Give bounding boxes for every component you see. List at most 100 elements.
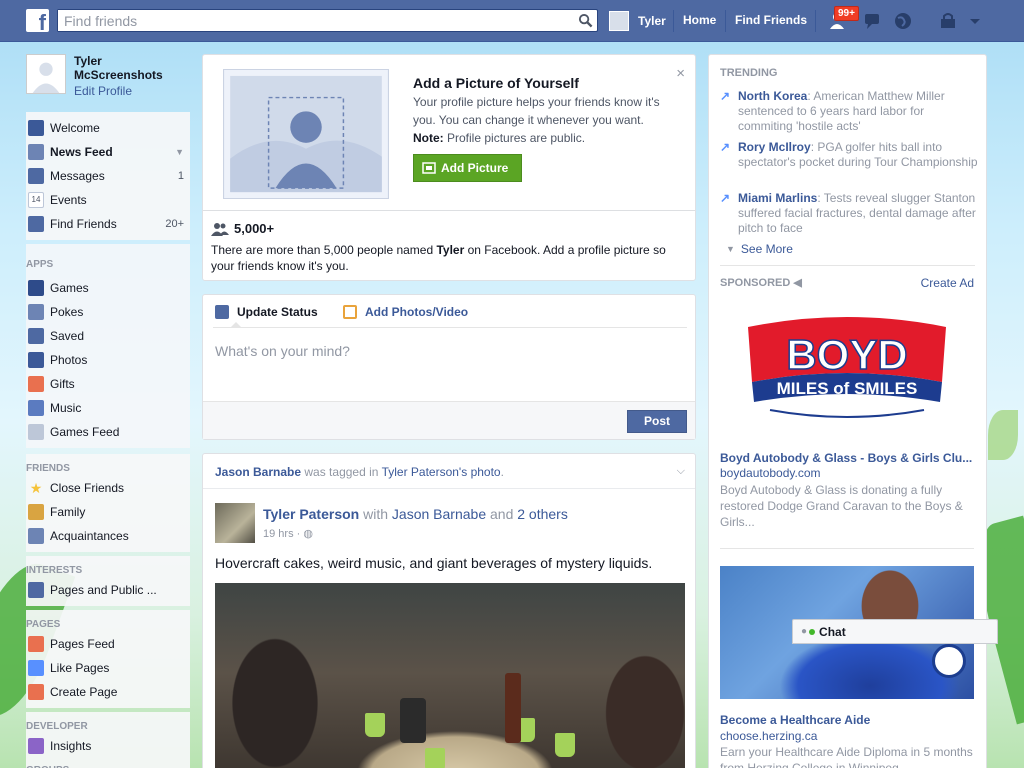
avatar[interactable]: [26, 54, 66, 94]
sidebar-item-like-pages[interactable]: Like Pages: [26, 656, 190, 680]
search-input[interactable]: [58, 10, 568, 31]
sidebar-item-welcome[interactable]: Welcome: [26, 116, 190, 140]
profile-name-text[interactable]: Tyler McScreenshots: [74, 54, 163, 82]
nav-profile-link[interactable]: Tyler: [609, 11, 666, 31]
ad-image-boyd[interactable]: BOYD MILES of SMILES: [720, 302, 974, 447]
story-actor-link[interactable]: Jason Barnabe: [215, 465, 301, 479]
section-header-sponsored: SPONSORED ◀: [720, 276, 802, 289]
sidebar-item-games[interactable]: Games: [26, 276, 190, 300]
add-picture-button[interactable]: Add Picture: [413, 154, 522, 182]
avatar[interactable]: [215, 503, 255, 543]
boyd-logo: BOYD MILES of SMILES: [748, 317, 946, 418]
sidebar-item-acquaintances[interactable]: Acquaintances: [26, 524, 190, 548]
section-header-pages[interactable]: PAGES: [26, 614, 190, 632]
trending-topic[interactable]: Rory McIlroy: [738, 140, 811, 154]
sidebar-item-events[interactable]: 14 Events: [26, 188, 190, 212]
sidebar-item-saved[interactable]: Saved: [26, 324, 190, 348]
divider: [203, 210, 695, 211]
games-icon: [28, 280, 44, 296]
chevron-down-icon[interactable]: [964, 10, 986, 32]
sidebar-item-messages[interactable]: Messages 1: [26, 164, 190, 188]
trending-arrow-icon: ↗: [720, 140, 731, 154]
section-header-apps[interactable]: APPS: [26, 254, 190, 276]
story-photo[interactable]: [215, 583, 685, 768]
star-icon: ★: [29, 480, 43, 496]
ad-title[interactable]: Boyd Autobody & Glass - Boys & Girls Clu…: [720, 451, 974, 465]
ad-body: Boyd Autobody & Glass is donating a full…: [720, 483, 963, 529]
story-author-link[interactable]: Tyler Paterson: [263, 506, 359, 522]
close-icon[interactable]: ×: [676, 65, 685, 82]
see-more-link[interactable]: ▼ See More: [726, 242, 793, 256]
trending-topic[interactable]: North Korea: [738, 89, 807, 103]
options-arrow-icon[interactable]: ▼: [175, 147, 184, 157]
sidebar-item-label: Insights: [50, 739, 92, 753]
sidebar-item-find-friends[interactable]: Find Friends 20+: [26, 212, 190, 236]
trending-topic[interactable]: Miami Marlins: [738, 191, 817, 205]
messages-icon[interactable]: [861, 10, 883, 32]
sidebar-item-pokes[interactable]: Pokes: [26, 300, 190, 324]
section-header-interests[interactable]: INTERESTS: [26, 560, 190, 578]
tab-add-photos-video[interactable]: Add Photos/Video: [343, 305, 468, 319]
trending-item[interactable]: ↗ Miami Marlins: Tests reveal slugger St…: [720, 191, 980, 236]
search-icon[interactable]: [578, 13, 593, 28]
sidebar-item-label: Pokes: [50, 305, 84, 319]
facebook-logo[interactable]: f: [26, 9, 49, 32]
globe-icon: ◍: [303, 528, 313, 540]
sidebar-item-family[interactable]: Family: [26, 500, 190, 524]
profile-name[interactable]: Tyler McScreenshots Edit Profile: [74, 54, 190, 106]
sidebar-item-games-feed[interactable]: Games Feed: [26, 420, 190, 444]
story-header-text: was tagged in: [301, 465, 382, 479]
section-header-developer[interactable]: DEVELOPER: [26, 716, 190, 734]
create-page-icon: [28, 684, 44, 700]
story-owner-link[interactable]: Tyler Paterson's: [382, 465, 468, 479]
chevron-down-icon[interactable]: ⌵: [677, 465, 685, 478]
pencil-icon: [215, 305, 229, 319]
sidebar-item-pages-feed[interactable]: Pages Feed: [26, 632, 190, 656]
add-picture-description: Your profile picture helps your friends …: [413, 95, 660, 127]
privacy-shortcuts-icon[interactable]: [937, 10, 959, 32]
top-navigation-bar: f Tyler Home Find Friends 99+: [0, 0, 1024, 42]
sidebar-item-label: Like Pages: [50, 661, 110, 675]
nav-divider: [673, 10, 674, 32]
post-button[interactable]: Post: [627, 410, 687, 433]
ad-url[interactable]: boydautobody.com: [720, 466, 821, 480]
trending-item[interactable]: ↗ North Korea: American Matthew Miller s…: [720, 89, 980, 134]
story-header: Jason Barnabe was tagged in Tyler Paters…: [215, 465, 504, 479]
people-count-value: 5,000+: [234, 221, 275, 236]
create-ad-link[interactable]: Create Ad: [921, 276, 974, 290]
nav-find-friends-link[interactable]: Find Friends: [735, 13, 807, 27]
sidebar-item-pages-and-public[interactable]: Pages and Public ...: [26, 578, 190, 602]
search-box[interactable]: [57, 9, 598, 32]
active-tab-indicator: [230, 322, 242, 328]
nav-home-link[interactable]: Home: [683, 13, 716, 27]
section-header-friends[interactable]: FRIENDS: [26, 458, 190, 476]
online-status-icon: [809, 628, 816, 635]
divider: [720, 265, 975, 266]
story-photo-link[interactable]: photo: [467, 465, 501, 479]
wallpaper-leaf: [988, 410, 1018, 460]
sidebar-item-create-page[interactable]: Create Page: [26, 680, 190, 704]
sidebar-item-photos[interactable]: Photos: [26, 348, 190, 372]
find-friends-icon: [28, 216, 44, 232]
edit-profile-link[interactable]: Edit Profile: [74, 84, 190, 98]
section-header-groups[interactable]: GROUPS: [26, 760, 190, 768]
ad-title[interactable]: Become a Healthcare Aide: [720, 713, 870, 727]
chat-bar[interactable]: ● Chat: [792, 619, 998, 644]
story-others-link[interactable]: 2 others: [517, 506, 568, 522]
sidebar-item-news-feed[interactable]: News Feed ▼: [26, 140, 190, 164]
story-tagged-link[interactable]: Jason Barnabe: [392, 506, 486, 522]
ad-url[interactable]: choose.herzing.ca: [720, 729, 817, 743]
notifications-globe-icon[interactable]: [892, 10, 914, 32]
tab-update-status[interactable]: Update Status: [215, 305, 318, 319]
sidebar-item-insights[interactable]: Insights: [26, 734, 190, 758]
tab-add-photos-label: Add Photos/Video: [365, 305, 469, 319]
story-timestamp[interactable]: 19 hrs · ◍: [263, 527, 313, 540]
trending-item[interactable]: ↗ Rory McIlroy: PGA golfer hits ball int…: [720, 140, 980, 170]
sidebar-item-gifts[interactable]: Gifts: [26, 372, 190, 396]
calendar-icon: 14: [28, 192, 44, 208]
favorites-list: Welcome News Feed ▼ Messages 1 14 Events…: [26, 112, 190, 240]
right-column: TRENDING ↗ North Korea: American Matthew…: [708, 54, 987, 768]
sidebar-item-music[interactable]: Music: [26, 396, 190, 420]
sidebar-item-close-friends[interactable]: ★ Close Friends: [26, 476, 190, 500]
status-input[interactable]: What's on your mind?: [215, 343, 350, 359]
